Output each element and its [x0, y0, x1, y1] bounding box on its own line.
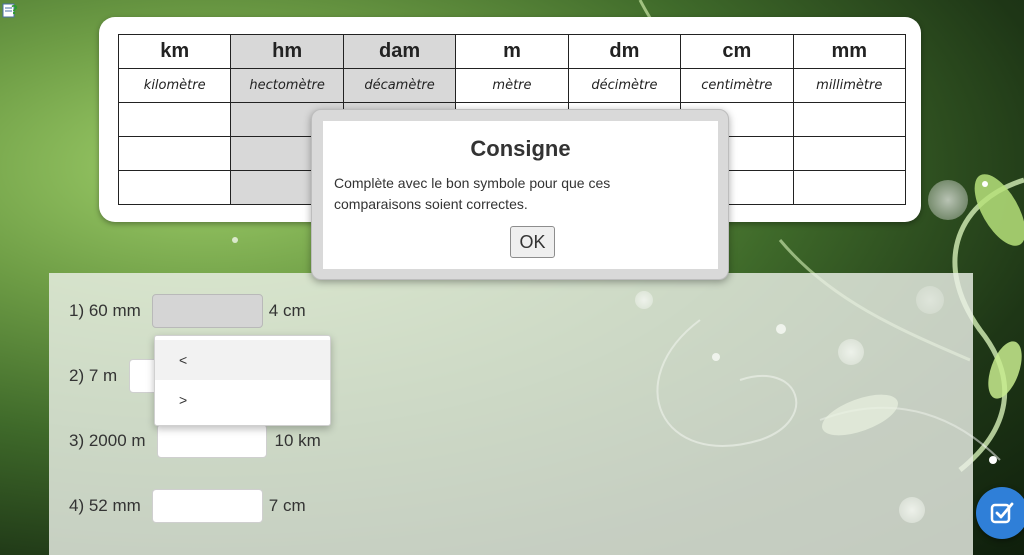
- question-left-3: 3) 2000 m: [69, 431, 146, 450]
- svg-text:?: ?: [11, 3, 18, 17]
- unit-name-hm: hectomètre: [230, 68, 344, 103]
- answer-select-4[interactable]: [151, 489, 263, 523]
- unit-name-dm: décimètre: [567, 68, 682, 103]
- answer-select-1[interactable]: [151, 294, 263, 328]
- dropdown-option-less-than[interactable]: <: [155, 340, 330, 380]
- instruction-dialog-body: Consigne Complète avec le bon symbole po…: [323, 121, 718, 269]
- instruction-dialog: Consigne Complète avec le bon symbole po…: [311, 109, 729, 280]
- unit-name-mm: millimètre: [792, 68, 907, 103]
- check-square-icon: [990, 502, 1014, 524]
- unit-name-km: kilomètre: [117, 68, 232, 103]
- comparison-dropdown: < >: [154, 335, 331, 426]
- unit-symbol-dam: dam: [342, 34, 457, 69]
- unit-name-cm: centimètre: [680, 68, 794, 103]
- unit-symbol-cm: cm: [680, 34, 794, 69]
- answer-select-3[interactable]: [156, 424, 267, 458]
- table-cell: [792, 170, 907, 205]
- table-cell: [792, 102, 907, 137]
- unit-name-dam: décamètre: [342, 68, 457, 103]
- question-left-1: 1) 60 mm: [69, 301, 141, 320]
- question-right-1: 4 cm: [268, 301, 306, 320]
- ok-button[interactable]: OK: [510, 226, 555, 258]
- table-cell: [792, 136, 907, 171]
- unit-name-m: mètre: [455, 68, 569, 103]
- dialog-title: Consigne: [470, 136, 571, 161]
- table-cell: [117, 102, 232, 137]
- dialog-message: Complète avec le bon symbole pour que ce…: [334, 175, 611, 212]
- check-answers-button[interactable]: [976, 487, 1024, 539]
- question-right-3: 10 km: [274, 431, 321, 450]
- question-left-4: 4) 52 mm: [69, 496, 141, 515]
- question-row-1: 1) 60 mm 4 cm: [69, 294, 306, 328]
- table-cell: [117, 136, 232, 171]
- unit-symbol-km: km: [117, 34, 232, 69]
- unit-symbol-dm: dm: [567, 34, 682, 69]
- unit-symbol-hm: hm: [230, 34, 344, 69]
- question-right-4: 7 cm: [268, 496, 306, 515]
- question-row-4: 4) 52 mm 7 cm: [69, 489, 306, 523]
- dropdown-option-greater-than[interactable]: >: [155, 380, 330, 420]
- table-cell: [117, 170, 232, 205]
- unit-symbol-m: m: [455, 34, 569, 69]
- help-question-icon[interactable]: ?: [2, 2, 20, 18]
- unit-symbol-mm: mm: [792, 34, 907, 69]
- question-left-2: 2) 7 m: [69, 366, 118, 385]
- question-row-3: 3) 2000 m 10 km: [69, 424, 321, 458]
